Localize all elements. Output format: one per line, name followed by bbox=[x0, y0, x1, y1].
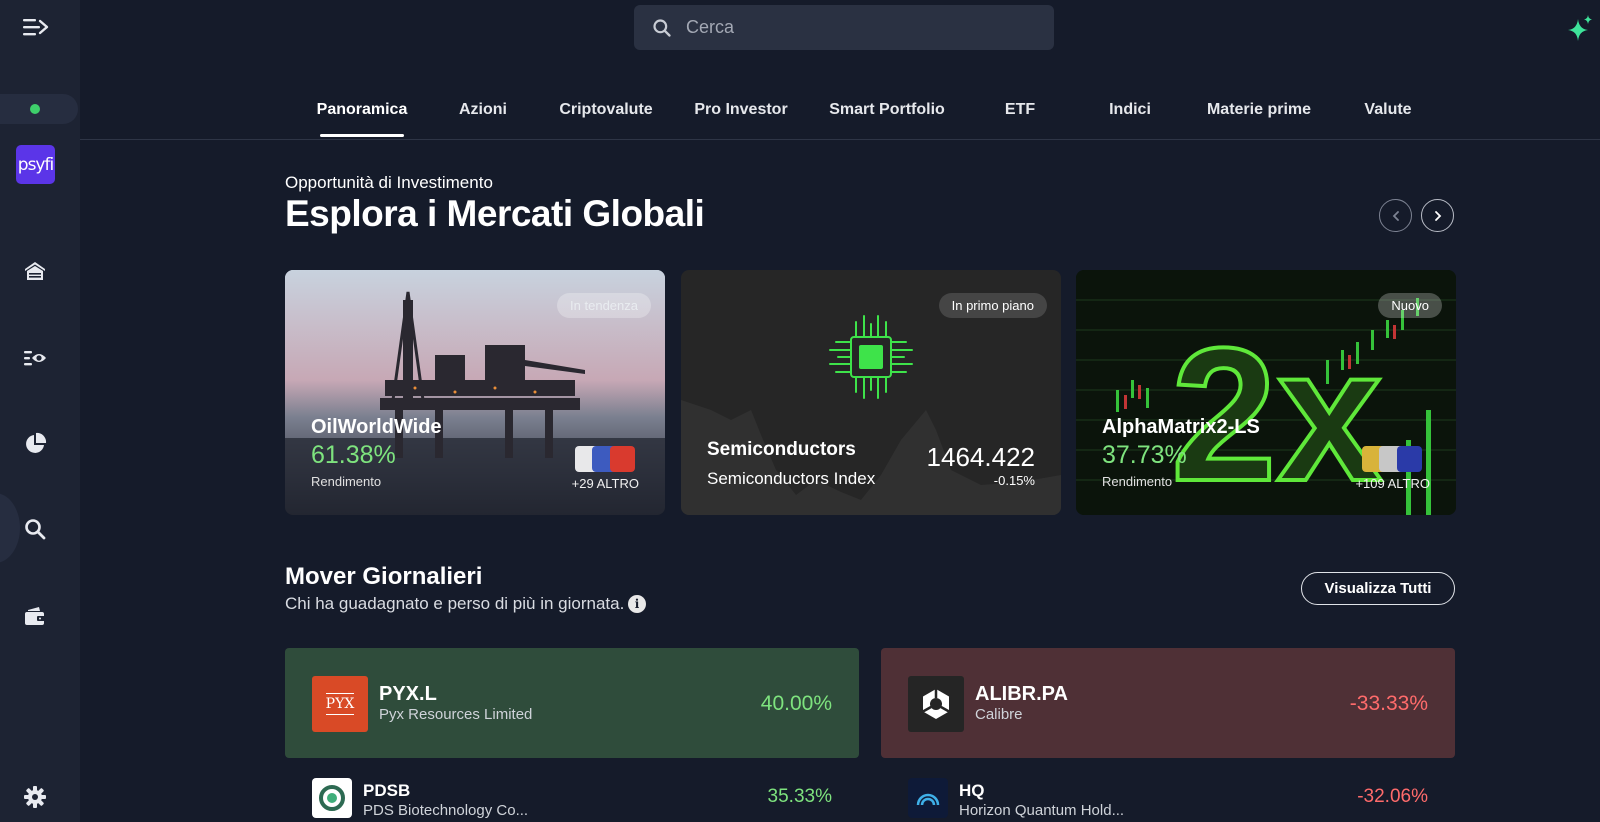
settings-gear-icon bbox=[24, 786, 46, 808]
tab-smart-portfolio[interactable]: Smart Portfolio bbox=[829, 101, 945, 119]
tab-valute[interactable]: Valute bbox=[1364, 101, 1411, 119]
menu-collapse-icon bbox=[23, 19, 49, 36]
tab-azioni[interactable]: Azioni bbox=[459, 101, 507, 119]
card-semiconductors[interactable]: In primo piano Semiconductors Semiconduc… bbox=[681, 270, 1061, 515]
section-eyebrow: Opportunità di Investimento bbox=[285, 173, 493, 192]
sidebar-item-home[interactable] bbox=[18, 254, 52, 288]
leverage-graphic-text: 2x bbox=[1171, 309, 1382, 515]
hq-logo bbox=[908, 778, 948, 818]
mover-change-pct: -32.06% bbox=[1357, 786, 1428, 807]
sidebar-item-portfolio[interactable] bbox=[18, 427, 52, 461]
mover-change-pct: 35.33% bbox=[767, 786, 832, 807]
card-alphamatrix[interactable]: 2x Nuovo AlphaMatrix2-LS 37.73% Rendimen… bbox=[1076, 270, 1456, 515]
chevron-right-icon bbox=[1434, 210, 1441, 221]
pdsb-logo bbox=[312, 778, 352, 818]
sidebar-item-wallet[interactable] bbox=[18, 599, 52, 633]
status-dot bbox=[30, 104, 40, 114]
mover-symbol: ALIBR.PA bbox=[975, 683, 1068, 705]
card-badge: In tendenza bbox=[557, 293, 651, 318]
mover-symbol: PYX.L bbox=[379, 683, 437, 705]
card-title: Semiconductors bbox=[707, 439, 856, 460]
card-badge: Nuovo bbox=[1378, 293, 1442, 318]
tab-panoramica[interactable]: Panoramica bbox=[317, 101, 408, 119]
card-subtitle: Rendimento bbox=[311, 474, 382, 489]
mover-name: Calibre bbox=[975, 706, 1023, 723]
psyfi-logo[interactable]: psyfi bbox=[16, 145, 55, 184]
market-tabs: Panoramica Azioni Criptovalute Pro Inves… bbox=[80, 90, 1600, 140]
carousel-next-button[interactable] bbox=[1421, 199, 1454, 232]
search-icon bbox=[653, 18, 671, 37]
tab-etf[interactable]: ETF bbox=[1005, 101, 1035, 119]
mover-name: Horizon Quantum Hold... bbox=[959, 802, 1125, 819]
card-badge: In primo piano bbox=[938, 293, 1047, 318]
microchip-icon bbox=[829, 315, 913, 399]
home-icon bbox=[25, 262, 45, 280]
ai-assistant-button[interactable] bbox=[1566, 14, 1594, 42]
tab-indici[interactable]: Indici bbox=[1109, 101, 1151, 119]
card-title: OilWorldWide bbox=[311, 416, 442, 438]
hq-arc-icon bbox=[916, 793, 940, 806]
tab-criptovalute[interactable]: Criptovalute bbox=[559, 101, 652, 119]
mover-symbol: PDSB bbox=[363, 781, 411, 800]
calibre-logo bbox=[908, 676, 964, 732]
carousel-prev-button[interactable] bbox=[1379, 199, 1412, 232]
tab-pro-investor[interactable]: Pro Investor bbox=[694, 101, 787, 119]
sidebar-item-search[interactable] bbox=[18, 512, 52, 546]
search-input[interactable] bbox=[686, 17, 1026, 38]
wallet-icon bbox=[25, 607, 45, 625]
mover-symbol: HQ bbox=[959, 781, 985, 800]
card-return-pct: 37.73% bbox=[1102, 441, 1187, 469]
market-status-indicator bbox=[0, 94, 78, 124]
mover-name: Pyx Resources Limited bbox=[379, 706, 533, 723]
mover-change-pct: 40.00% bbox=[760, 692, 832, 715]
chevron-left-icon bbox=[1392, 210, 1399, 221]
card-subtitle: Semiconductors Index bbox=[707, 469, 876, 488]
mover-row[interactable]: ALIBR.PA Calibre -33.33% bbox=[881, 648, 1455, 758]
view-all-button[interactable]: Visualizza Tutti bbox=[1301, 572, 1455, 605]
movers-title: Mover Giornalieri bbox=[285, 563, 483, 590]
active-tab-underline bbox=[320, 134, 404, 137]
index-value: 1464.422 bbox=[926, 442, 1035, 472]
page-title: Esplora i Mercati Globali bbox=[285, 193, 705, 234]
active-item-highlight bbox=[0, 493, 20, 563]
watchlist-icon bbox=[24, 351, 46, 366]
holdings-logos bbox=[1362, 446, 1422, 472]
mover-row[interactable]: HQ Horizon Quantum Hold... -32.06% bbox=[881, 770, 1455, 822]
mover-row[interactable]: PYX PYX.L Pyx Resources Limited 40.00% bbox=[285, 648, 859, 758]
tab-materie-prime[interactable]: Materie prime bbox=[1207, 101, 1311, 119]
card-oilworldwide[interactable]: In tendenza OilWorldWide 61.38% Rendimen… bbox=[285, 270, 665, 515]
sidebar-item-settings[interactable] bbox=[18, 780, 52, 814]
calibre-hex-icon bbox=[922, 689, 950, 719]
sidebar-item-watchlist[interactable] bbox=[18, 341, 52, 375]
holdings-logos bbox=[575, 446, 635, 472]
index-change: -0.15% bbox=[993, 473, 1035, 488]
card-subtitle: Rendimento bbox=[1102, 474, 1173, 489]
card-more-count: +109 ALTRO bbox=[1355, 476, 1430, 491]
mover-row[interactable]: PDSB PDS Biotechnology Co... 35.33% bbox=[285, 770, 859, 822]
pdsb-icon bbox=[319, 785, 345, 811]
mover-change-pct: -33.33% bbox=[1349, 692, 1428, 715]
portfolio-pie-icon bbox=[26, 432, 47, 453]
card-more-count: +29 ALTRO bbox=[571, 476, 639, 491]
sparkle-icon bbox=[1568, 15, 1592, 41]
search-icon bbox=[25, 519, 46, 540]
sidebar: psyfi bbox=[0, 0, 80, 822]
movers-subtitle: Chi ha guadagnato e perso di più in gior… bbox=[285, 594, 625, 613]
search-bar[interactable] bbox=[634, 5, 1054, 50]
mover-name: PDS Biotechnology Co... bbox=[363, 802, 529, 819]
info-icon[interactable]: i bbox=[628, 595, 646, 613]
card-title: AlphaMatrix2-LS bbox=[1102, 416, 1260, 438]
collapse-menu-button[interactable] bbox=[18, 10, 52, 44]
pyx-logo: PYX bbox=[312, 676, 368, 732]
card-return-pct: 61.38% bbox=[311, 441, 396, 469]
